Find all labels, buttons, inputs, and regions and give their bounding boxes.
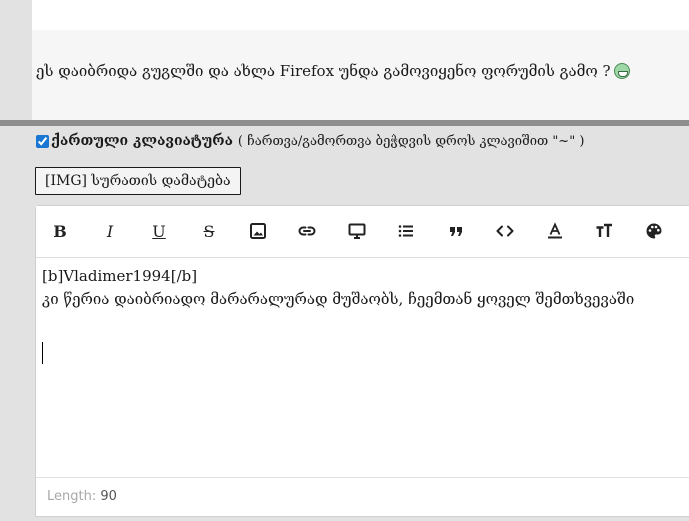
text-caret xyxy=(42,342,43,364)
underline-button[interactable]: U xyxy=(147,219,171,243)
strikethrough-icon: S xyxy=(203,221,215,241)
image-icon xyxy=(250,223,266,239)
left-margin-strip xyxy=(0,0,32,521)
editor-line: კი წერია დაიბრიადო მარარალურად მუშაობს, … xyxy=(42,290,635,308)
editor-line: [b]Vladimer1994[/b] xyxy=(42,267,198,285)
italic-icon: I xyxy=(106,221,114,241)
font-size-icon xyxy=(596,223,612,237)
post-text-content: ეს დაიბრიდა გუგლში და ახლა Firefox უნდა … xyxy=(36,62,611,80)
text-color-button[interactable] xyxy=(543,219,567,243)
grin-emoji-icon xyxy=(613,63,630,79)
image-button[interactable] xyxy=(246,219,270,243)
palette-icon xyxy=(646,223,662,239)
editor-toolbar: B I U S xyxy=(36,206,689,258)
font-size-button[interactable] xyxy=(592,219,616,243)
list-icon xyxy=(398,225,413,237)
length-value: 90 xyxy=(100,489,117,504)
video-button[interactable] xyxy=(345,219,369,243)
post-editor: B I U S [b]Vladimer1994[/b] კი წერია დაი… xyxy=(35,205,689,517)
list-button[interactable] xyxy=(394,219,418,243)
link-button[interactable] xyxy=(295,219,319,243)
add-image-button[interactable]: [IMG] სურათის დამატება xyxy=(35,167,241,195)
code-button[interactable] xyxy=(493,219,517,243)
italic-button[interactable]: I xyxy=(98,219,122,243)
code-icon xyxy=(496,225,514,237)
monitor-icon xyxy=(348,223,366,239)
editor-footer: Length: 90 xyxy=(36,477,689,516)
bold-icon: B xyxy=(53,221,67,241)
strikethrough-button[interactable]: S xyxy=(197,219,221,243)
quote-button[interactable] xyxy=(444,219,468,243)
georgian-keyboard-label[interactable]: ქართული კლავიატურა xyxy=(51,133,233,149)
editor-content[interactable]: [b]Vladimer1994[/b] კი წერია დაიბრიადო მ… xyxy=(42,265,634,311)
quote-icon xyxy=(450,227,462,236)
length-label: Length: xyxy=(47,489,97,504)
previous-post-box xyxy=(34,0,689,30)
underline-icon: U xyxy=(152,221,166,241)
text-color-icon xyxy=(548,222,562,239)
georgian-keyboard-toggle: ქართული კლავიატურა ( ჩართვა/გამორთვა ბეჭ… xyxy=(36,133,584,149)
link-icon xyxy=(298,226,316,236)
post-text: ეს დაიბრიდა გუგლში და ახლა Firefox უნდა … xyxy=(36,62,630,80)
bold-button[interactable]: B xyxy=(48,219,72,243)
palette-button[interactable] xyxy=(642,219,666,243)
georgian-keyboard-checkbox[interactable] xyxy=(36,134,49,148)
georgian-keyboard-hint: ( ჩართვა/გამორთვა ბეჭდვის დროს კლავიშით … xyxy=(237,133,585,149)
